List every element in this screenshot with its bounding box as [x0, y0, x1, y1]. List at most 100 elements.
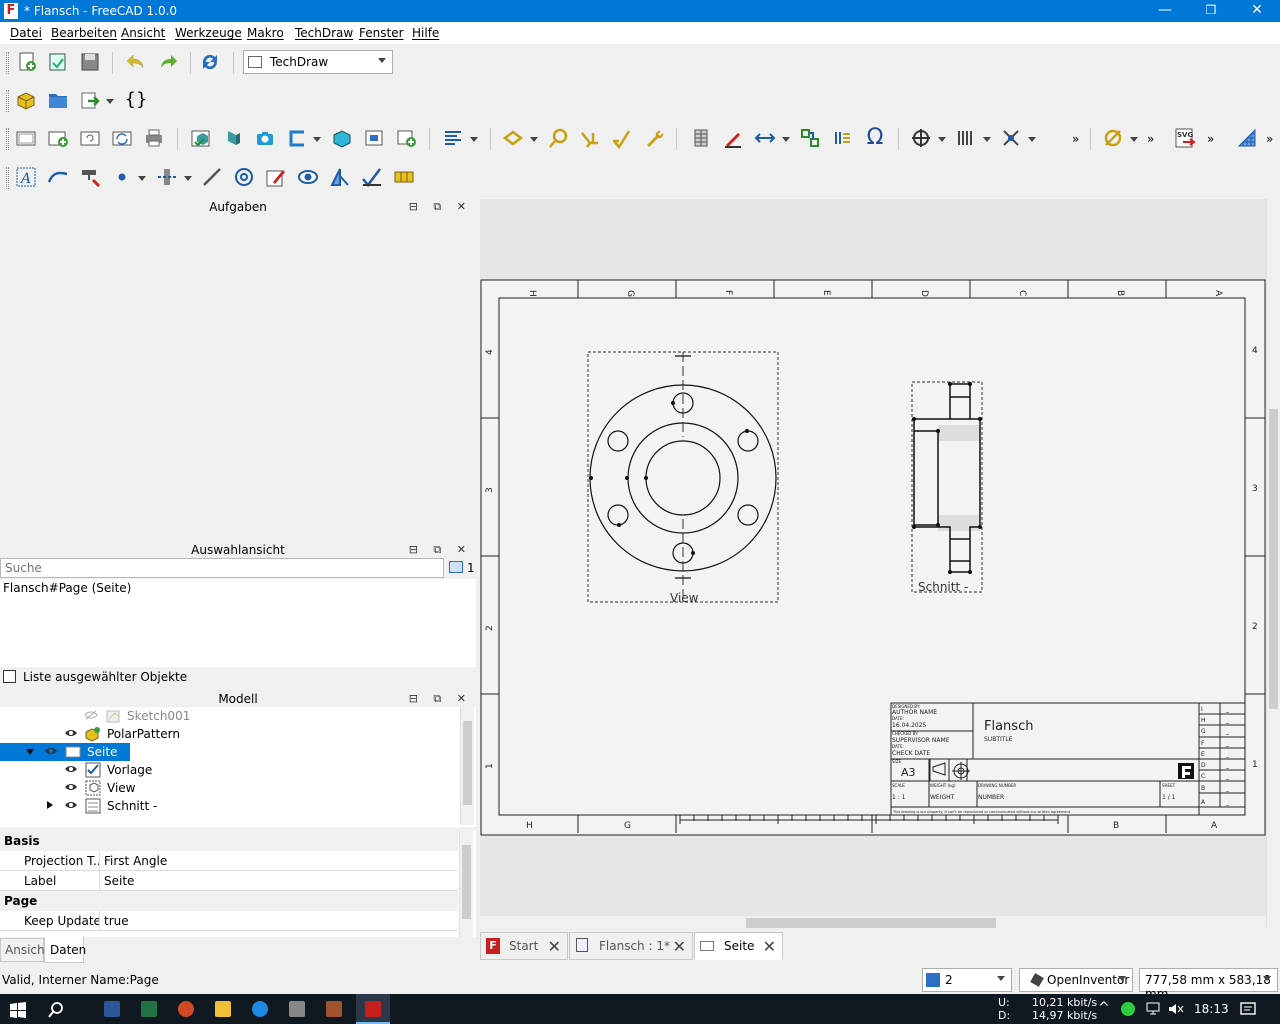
- tab-daten[interactable]: Daten: [44, 937, 86, 963]
- property-scrollbar[interactable]: [459, 831, 473, 937]
- tree-item-schnitt[interactable]: Schnitt -: [0, 797, 460, 815]
- chamfer-icon[interactable]: [329, 166, 353, 190]
- add-view-to-clip-icon[interactable]: [395, 127, 419, 151]
- extension-icon[interactable]: [799, 127, 823, 151]
- volume-muted-icon[interactable]: [1168, 1002, 1184, 1016]
- insert-view-icon[interactable]: [190, 127, 214, 151]
- part-icon[interactable]: [15, 89, 39, 113]
- menu-makro[interactable]: Makro: [247, 26, 284, 40]
- curve-icon[interactable]: [47, 166, 71, 190]
- model-panel-controls[interactable]: ⊟ ⧉ ✕: [409, 692, 472, 706]
- projection-group-icon[interactable]: [286, 127, 310, 151]
- scrollbar-thumb[interactable]: [463, 721, 472, 805]
- tree-item-view[interactable]: View: [0, 779, 460, 797]
- line-icon[interactable]: [201, 166, 225, 190]
- diameter-symbol-icon[interactable]: [1102, 127, 1126, 151]
- check-date[interactable]: CHECK DATE: [892, 750, 930, 757]
- freecad-taskbar-button[interactable]: [356, 994, 390, 1024]
- vertex-dot-dropdown-icon[interactable]: [138, 176, 146, 181]
- midpoint-dropdown-icon[interactable]: [184, 176, 192, 181]
- undo-icon[interactable]: [125, 51, 149, 75]
- folder-icon[interactable]: [47, 89, 71, 113]
- hatch-dropdown-icon[interactable]: [983, 137, 991, 142]
- drawing-subtitle[interactable]: SUBTITLE: [984, 736, 1013, 743]
- sheet-number[interactable]: 1 / 1: [1162, 794, 1176, 801]
- excel-icon[interactable]: [141, 1001, 157, 1017]
- property-keep-updated[interactable]: Keep Updated true: [0, 911, 458, 931]
- expand-arrow-icon[interactable]: [26, 749, 34, 755]
- tolerance-block-icon[interactable]: [393, 166, 417, 190]
- eye-icon[interactable]: [64, 782, 78, 792]
- eye-icon[interactable]: [44, 746, 58, 756]
- vertex-dot-icon[interactable]: [111, 166, 135, 190]
- cosmetic-vertex-icon[interactable]: [1000, 127, 1024, 151]
- balloon-icon[interactable]: [547, 127, 571, 151]
- workbench-selector[interactable]: TechDraw: [243, 50, 393, 74]
- drawing-hscroll-thumb[interactable]: [746, 918, 996, 928]
- annotation-align-icon[interactable]: [442, 127, 466, 151]
- property-label[interactable]: Label Seite: [0, 871, 458, 891]
- omega-symbol-icon[interactable]: Ω: [863, 127, 887, 151]
- calculator-icon[interactable]: [289, 1001, 305, 1017]
- chevron-up-icon[interactable]: ^: [1098, 1000, 1110, 1016]
- author-name[interactable]: AUTHOR NAME: [892, 709, 937, 716]
- text-annotation-icon[interactable]: A: [15, 166, 39, 190]
- eye-icon[interactable]: [64, 764, 78, 774]
- default-page-icon[interactable]: [15, 127, 39, 151]
- new-page-template-icon[interactable]: [47, 127, 71, 151]
- horizontal-dimension-icon[interactable]: [754, 127, 778, 151]
- design-date[interactable]: 16.04.2025: [892, 722, 927, 729]
- navigation-style-selector[interactable]: OpenInventor: [1019, 968, 1133, 992]
- leader-dropdown-icon[interactable]: [530, 137, 538, 142]
- close-tab-icon[interactable]: ✕: [548, 937, 561, 956]
- active-view-icon[interactable]: [222, 127, 246, 151]
- menu-techdraw[interactable]: TechDraw: [295, 26, 353, 40]
- open-document-icon[interactable]: [47, 51, 71, 75]
- weld-symbol-icon[interactable]: [579, 127, 603, 151]
- supervisor-name[interactable]: SUPERVISOR NAME: [892, 737, 950, 744]
- drawing-scale[interactable]: 1 : 1: [892, 794, 906, 801]
- toolbar-overflow-icon-4[interactable]: »: [1266, 132, 1273, 146]
- property-scrollbar-thumb[interactable]: [462, 845, 471, 919]
- menu-fenster[interactable]: Fenster: [359, 26, 404, 40]
- powerpoint-icon[interactable]: [178, 1001, 194, 1017]
- menu-werkzeuge[interactable]: Werkzeuge: [175, 26, 242, 40]
- close-button[interactable]: ✕: [1234, 0, 1280, 22]
- selection-panel-controls[interactable]: ⊟ ⧉ ✕: [409, 543, 472, 557]
- hole-thread-icon[interactable]: [831, 127, 855, 151]
- edit-line-icon[interactable]: [265, 166, 289, 190]
- leader-line-icon[interactable]: [502, 127, 526, 151]
- tree-item-seite[interactable]: Seite: [0, 743, 130, 761]
- doc-tab-seite[interactable]: Seite ✕: [694, 932, 783, 960]
- browser-icon[interactable]: [252, 1001, 268, 1017]
- toggle-visibility-icon[interactable]: [297, 166, 321, 190]
- centerline-dropdown-icon[interactable]: [938, 137, 946, 142]
- sheet-size[interactable]: A3: [901, 766, 916, 779]
- panel-controls[interactable]: ⊟ ⧉ ✕: [409, 200, 472, 214]
- windows-start-icon[interactable]: [10, 1002, 26, 1018]
- symbol-dropdown-icon[interactable]: [1130, 137, 1138, 142]
- tree-item-sketch001[interactable]: Sketch001: [0, 707, 460, 725]
- drawing-weight[interactable]: WEIGHT: [930, 794, 955, 801]
- circle-icon[interactable]: [233, 166, 257, 190]
- eye-icon[interactable]: [64, 728, 78, 738]
- property-projection-type[interactable]: Projection T... First Angle: [0, 851, 458, 871]
- surface-finish-icon[interactable]: [611, 127, 635, 151]
- drawing-vscrollbar[interactable]: [1266, 199, 1280, 929]
- dimension-dropdown-icon[interactable]: [782, 137, 790, 142]
- drawing-number[interactable]: NUMBER: [978, 794, 1004, 801]
- section-view-icon[interactable]: [331, 127, 355, 151]
- annotation-dropdown-icon[interactable]: [470, 137, 478, 142]
- toolbar-overflow-icon-3[interactable]: »: [1207, 132, 1214, 146]
- close-tab-icon[interactable]: ✕: [673, 937, 686, 956]
- projection-dropdown-icon[interactable]: [313, 137, 321, 142]
- midpoint-icon[interactable]: [156, 166, 180, 190]
- minimize-button[interactable]: —: [1142, 0, 1188, 22]
- eye-icon[interactable]: [64, 800, 78, 810]
- archive-icon[interactable]: [326, 1001, 342, 1017]
- search-box[interactable]: [0, 558, 444, 578]
- drawing-hscrollbar[interactable]: [480, 916, 1266, 930]
- dimension-display[interactable]: 777,58 mm x 583,18 mm: [1139, 968, 1278, 1001]
- spreadsheet-view-icon[interactable]: [690, 127, 714, 151]
- drawing-vscroll-thumb[interactable]: [1269, 409, 1278, 709]
